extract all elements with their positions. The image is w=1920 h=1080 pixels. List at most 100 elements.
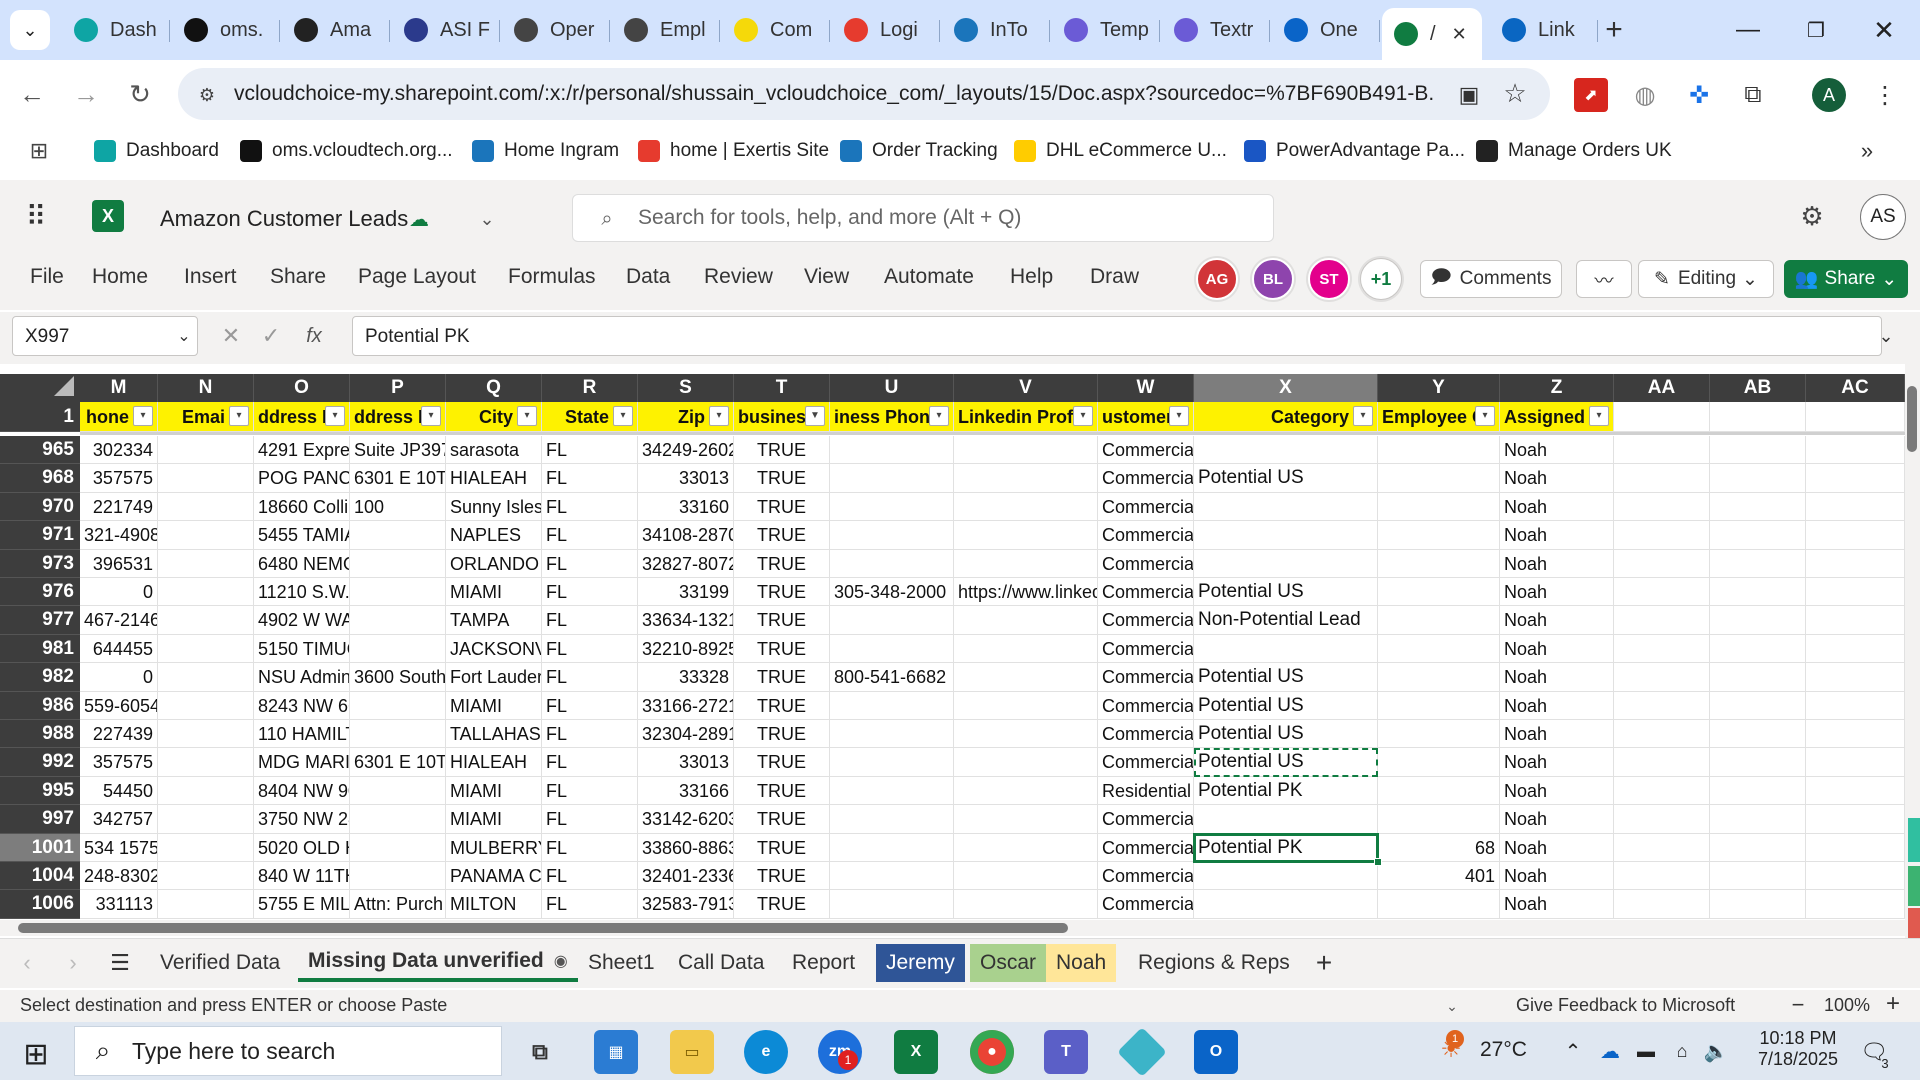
pdf-extension-icon[interactable]: ⬈ <box>1574 78 1608 112</box>
install-app-icon[interactable]: ▣ <box>1452 78 1486 112</box>
table-cell[interactable]: 33634-1321 <box>638 606 734 635</box>
table-cell[interactable] <box>1614 776 1710 806</box>
comments-button[interactable]: 🗩 Comments <box>1420 260 1562 298</box>
column-header[interactable]: Y <box>1378 374 1500 402</box>
reload-icon[interactable]: ↻ <box>120 74 160 114</box>
table-cell[interactable] <box>350 776 446 806</box>
table-cell[interactable]: 33013 <box>638 748 734 777</box>
table-cell[interactable]: MIAMI <box>446 805 542 834</box>
zoom-in-icon[interactable]: + <box>1880 990 1906 1018</box>
name-box-chevron-icon[interactable]: ⌄ <box>172 322 196 350</box>
table-cell[interactable]: 18660 Colli <box>254 492 350 522</box>
table-cell[interactable]: FL <box>542 776 638 806</box>
row-header[interactable]: 982 <box>0 663 80 692</box>
table-cell[interactable]: TRUE <box>734 492 830 522</box>
column-header[interactable]: AB <box>1710 374 1806 402</box>
table-cell[interactable] <box>1806 606 1905 635</box>
table-cell[interactable]: Commercial <box>1098 805 1194 834</box>
table-cell[interactable] <box>1710 748 1806 777</box>
table-cell[interactable] <box>1806 521 1905 550</box>
table-cell[interactable]: Commercia <box>1098 691 1194 720</box>
table-cell[interactable] <box>158 776 254 806</box>
row-header[interactable]: 981 <box>0 634 80 664</box>
column-header[interactable]: X <box>1194 374 1378 402</box>
table-cell[interactable]: 5755 E MIL <box>254 890 350 919</box>
hidden-icons-chevron-icon[interactable]: ⌃ <box>1560 1036 1586 1066</box>
table-cell[interactable] <box>1614 862 1710 891</box>
column-header[interactable]: Z <box>1500 374 1614 402</box>
row-header[interactable]: 986 <box>0 691 80 720</box>
ribbon-tab-help[interactable]: Help <box>1010 265 1053 289</box>
table-cell[interactable]: TRUE <box>734 691 830 720</box>
table-cell[interactable] <box>1614 492 1710 522</box>
header-cell[interactable] <box>1806 402 1905 432</box>
table-cell[interactable] <box>1194 492 1378 522</box>
table-cell[interactable]: Commercial <box>1098 862 1194 891</box>
header-cell[interactable]: Category ▾ <box>1194 402 1378 432</box>
cancel-x-icon[interactable]: ✕ <box>216 320 246 352</box>
table-cell[interactable]: 11210 S.W. 11 ST. <box>254 578 350 607</box>
table-cell[interactable] <box>954 776 1098 806</box>
sheet-tab[interactable]: Noah <box>1046 944 1117 982</box>
filter-dropdown-icon[interactable]: ▾ <box>133 406 153 426</box>
name-box[interactable]: X997 <box>12 316 198 356</box>
table-cell[interactable]: MULBERRY <box>446 833 542 862</box>
filter-dropdown-icon[interactable]: ▾ <box>517 406 537 426</box>
table-cell[interactable]: TRUE <box>734 776 830 806</box>
table-cell[interactable]: MIAMI <box>446 691 542 720</box>
table-cell[interactable]: 305-348-2000 <box>830 578 954 607</box>
more-bookmarks-chevron-icon[interactable]: » <box>1852 136 1882 166</box>
table-cell[interactable] <box>1806 890 1905 919</box>
table-cell[interactable]: 33199 <box>638 578 734 607</box>
ribbon-tab-review[interactable]: Review <box>704 265 773 289</box>
app-launcher-waffle-icon[interactable]: ⠿ <box>18 198 54 234</box>
table-cell[interactable] <box>830 862 954 891</box>
table-cell[interactable]: HIALEAH <box>446 748 542 777</box>
document-title[interactable]: Amazon Customer Leads <box>160 206 408 232</box>
table-cell[interactable]: Commercia <box>1098 578 1194 607</box>
table-cell[interactable] <box>954 436 1098 465</box>
table-cell[interactable] <box>954 634 1098 664</box>
table-cell[interactable] <box>1806 578 1905 607</box>
browser-tab[interactable]: InTo <box>942 8 1050 52</box>
table-cell[interactable]: Sunny Isles <box>446 492 542 522</box>
ribbon-tab-home[interactable]: Home <box>92 265 148 289</box>
table-cell[interactable]: Noah <box>1500 862 1614 891</box>
table-cell[interactable]: Noah <box>1500 833 1614 862</box>
table-cell[interactable] <box>158 691 254 720</box>
table-cell[interactable]: Commercial <box>1098 492 1194 522</box>
ribbon-tab-data[interactable]: Data <box>626 265 670 289</box>
back-arrow-icon[interactable]: ← <box>12 74 52 114</box>
table-cell[interactable] <box>1710 862 1806 891</box>
table-cell[interactable] <box>1614 578 1710 607</box>
table-cell[interactable] <box>830 776 954 806</box>
network-icon[interactable]: ⌂ <box>1668 1036 1696 1066</box>
table-cell[interactable] <box>1710 663 1806 692</box>
row-header[interactable]: 992 <box>0 748 80 777</box>
table-cell[interactable]: 5150 TIMUQUANA RD <box>254 634 350 664</box>
table-cell[interactable]: 302334 <box>80 436 158 465</box>
table-cell[interactable]: 6480 NEMOURS PKWY <box>254 549 350 578</box>
header-cell[interactable]: hone ▾ <box>80 402 158 432</box>
table-cell[interactable] <box>830 464 954 493</box>
table-cell[interactable] <box>1806 691 1905 720</box>
table-cell[interactable] <box>1614 748 1710 777</box>
ribbon-tab-automate[interactable]: Automate <box>884 265 974 289</box>
table-cell[interactable] <box>350 862 446 891</box>
header-cell[interactable]: City ▾ <box>446 402 542 432</box>
table-cell[interactable] <box>1378 578 1500 607</box>
bookmark-item[interactable]: Home Ingram <box>472 134 619 168</box>
column-header[interactable]: W <box>1098 374 1194 402</box>
header-cell[interactable]: State ▾ <box>542 402 638 432</box>
table-cell[interactable] <box>1806 720 1905 749</box>
fill-handle[interactable] <box>1374 858 1382 866</box>
sheet-tab[interactable]: Jeremy <box>876 944 965 982</box>
ribbon-tab-draw[interactable]: Draw <box>1090 265 1139 289</box>
table-cell[interactable] <box>830 833 954 862</box>
table-cell[interactable] <box>1378 464 1500 493</box>
collaborator-avatar[interactable]: BL <box>1252 258 1294 300</box>
filter-dropdown-icon[interactable]: ▾ <box>1353 406 1373 426</box>
table-cell[interactable]: TRUE <box>734 833 830 862</box>
temperature[interactable]: 27°C <box>1480 1038 1527 1062</box>
sheet-tab[interactable]: Verified Data <box>150 944 290 982</box>
